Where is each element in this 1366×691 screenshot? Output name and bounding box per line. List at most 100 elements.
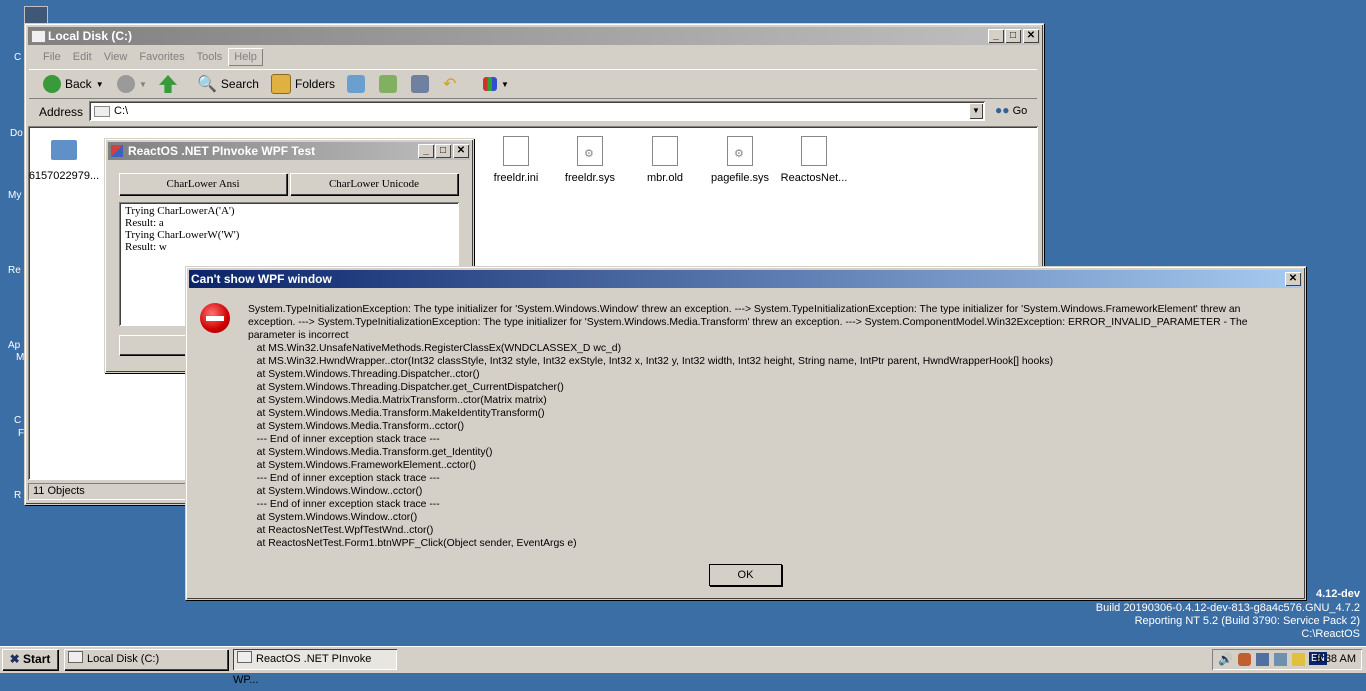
back-arrow-icon (43, 75, 61, 93)
views-icon (483, 77, 497, 91)
undo-icon: ↶ (443, 76, 457, 93)
folders-icon (271, 74, 291, 94)
desktop-label[interactable]: Do (10, 128, 23, 139)
address-label: Address (39, 105, 84, 119)
clock[interactable]: 9:38 AM (1316, 653, 1356, 665)
tray-icon[interactable] (1274, 653, 1287, 666)
output-line: Result: w (125, 241, 167, 253)
address-input[interactable]: C:\ ▼ (89, 101, 985, 121)
taskbar: ✖ Start Local Disk (C:) ReactOS .NET PIn… (0, 646, 1366, 686)
dialog-title: Can't show WPF window (191, 272, 332, 286)
system-file-icon (577, 136, 603, 166)
chevron-down-icon: ▼ (95, 79, 104, 89)
file-item[interactable]: freeldr.sys (554, 136, 626, 184)
tray-icon[interactable] (1292, 653, 1305, 666)
file-icon (652, 136, 678, 166)
go-button[interactable]: ●● Go (995, 103, 1027, 117)
window-icon (68, 651, 83, 663)
menu-bar: File Edit View Favorites Tools Help (37, 48, 263, 66)
start-button[interactable]: ✖ Start (2, 649, 58, 670)
delete-icon (411, 75, 429, 93)
folder-icon (31, 30, 46, 43)
desktop-label[interactable]: My (8, 190, 21, 201)
build-reporting: Reporting NT 5.2 (Build 3790: Service Pa… (1134, 615, 1360, 627)
error-icon (200, 303, 230, 333)
toolbar: Back ▼ ▼ 🔍 Search Folders ↶ ▼ (29, 69, 1037, 99)
move-to-icon (347, 75, 365, 93)
desktop-label[interactable]: C (14, 415, 21, 426)
tray-icon[interactable] (1238, 653, 1251, 666)
copy-to-icon (379, 75, 397, 93)
chevron-down-icon: ▼ (501, 79, 509, 89)
desktop-label[interactable]: Re (8, 265, 21, 276)
address-bar: Address C:\ ▼ ●● Go (29, 99, 1037, 123)
build-path: C:\ReactOS (1301, 628, 1360, 640)
charlower-unicode-button[interactable]: CharLower Unicode (290, 173, 458, 195)
dialog-titlebar[interactable]: Can't show WPF window ✕ (189, 270, 1302, 288)
folders-button[interactable]: Folders (271, 70, 335, 98)
pinvoke-titlebar[interactable]: ReactOS .NET PInvoke WPF Test _ □ ✕ (108, 142, 470, 160)
menu-file[interactable]: File (37, 48, 67, 66)
task-pinvoke[interactable]: ReactOS .NET PInvoke WP... (233, 649, 397, 686)
menu-tools[interactable]: Tools (191, 48, 229, 66)
menu-view[interactable]: View (98, 48, 134, 66)
charlower-ansi-button[interactable]: CharLower Ansi (119, 173, 287, 195)
chevron-down-icon: ▼ (139, 79, 147, 89)
file-icon (801, 136, 827, 166)
network-icon[interactable] (1256, 653, 1269, 666)
close-button[interactable]: ✕ (1023, 29, 1039, 43)
maximize-button[interactable]: □ (435, 144, 451, 158)
undo-button[interactable]: ↶ (443, 70, 456, 98)
task-explorer[interactable]: Local Disk (C:) (64, 649, 228, 670)
output-line: Trying CharLowerA('A') (125, 205, 235, 217)
system-file-icon (727, 136, 753, 166)
forward-arrow-icon (117, 75, 135, 93)
close-button[interactable]: ✕ (1285, 272, 1301, 286)
up-arrow-icon (159, 75, 177, 93)
ini-file-icon (503, 136, 529, 166)
ok-button[interactable]: OK (709, 564, 782, 586)
views-button[interactable]: ▼ (483, 70, 509, 98)
file-item[interactable]: mbr.old (629, 136, 701, 184)
start-icon: ✖ (9, 652, 20, 666)
output-line: Result: a (125, 217, 164, 229)
folder-icon (51, 140, 77, 160)
file-item[interactable]: pagefile.sys (704, 136, 776, 184)
volume-icon[interactable]: 🔊 (1218, 652, 1233, 666)
minimize-button[interactable]: _ (418, 144, 434, 158)
explorer-title: Local Disk (C:) (48, 29, 133, 43)
minimize-button[interactable]: _ (988, 29, 1004, 43)
address-dropdown-button[interactable]: ▼ (969, 103, 983, 119)
file-item[interactable]: freeldr.ini (480, 136, 552, 184)
up-button[interactable] (159, 70, 177, 98)
menu-help[interactable]: Help (228, 48, 263, 66)
output-line: Trying CharLowerW('W') (125, 229, 240, 241)
desktop-label[interactable]: C (14, 52, 21, 63)
error-message: System.TypeInitializationException: The … (248, 304, 1248, 549)
forward-button[interactable]: ▼ (117, 70, 147, 98)
move-to-button[interactable] (347, 70, 365, 98)
delete-button[interactable] (411, 70, 429, 98)
error-dialog: Can't show WPF window ✕ System.TypeIniti… (185, 266, 1306, 600)
window-icon (237, 651, 252, 663)
build-string: Build 20190306-0.4.12-dev-813-g8a4c576.G… (1095, 602, 1360, 614)
copy-to-button[interactable] (379, 70, 397, 98)
status-text: 11 Objects (33, 485, 85, 497)
menu-edit[interactable]: Edit (67, 48, 98, 66)
system-tray: 🔊 EN EN 9:38 AM (1212, 649, 1362, 670)
back-button[interactable]: Back ▼ (43, 70, 104, 98)
file-item[interactable]: ReactosNet... (778, 136, 850, 184)
desktop-label[interactable]: Ap (8, 340, 20, 351)
pinvoke-title: ReactOS .NET PInvoke WPF Test (128, 144, 316, 158)
explorer-titlebar[interactable]: Local Disk (C:) _ □ ✕ (28, 27, 1040, 45)
close-button[interactable]: ✕ (453, 144, 469, 158)
build-version: 4.12-dev (1315, 588, 1360, 600)
search-button[interactable]: 🔍 Search (197, 70, 259, 98)
go-icon: ●● (995, 103, 1010, 117)
desktop-label[interactable]: R (14, 490, 21, 501)
drive-icon (94, 106, 110, 117)
file-item[interactable]: 6157022979... (28, 136, 100, 182)
app-icon (111, 145, 123, 157)
maximize-button[interactable]: □ (1005, 29, 1021, 43)
menu-favorites[interactable]: Favorites (133, 48, 190, 66)
